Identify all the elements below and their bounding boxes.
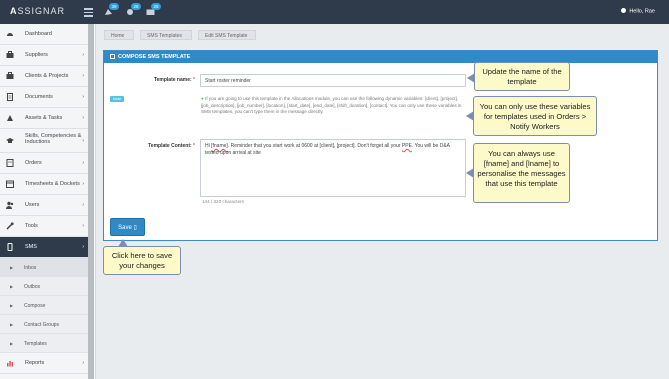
caret-right-icon: ▶ (10, 341, 14, 346)
user-icon (621, 8, 627, 13)
chevron-right-icon: › (82, 138, 84, 144)
character-count: 144 / 320 characters (202, 199, 244, 204)
save-icon: ▯ (133, 225, 137, 231)
chart-icon (7, 361, 14, 367)
asset-icon (7, 115, 13, 121)
sidebar-item-assets-tasks[interactable]: Assets & Tasks › (0, 108, 88, 129)
sidebar-item-users[interactable]: Users › (0, 195, 88, 216)
graduation-icon (6, 138, 14, 143)
tasks-count-badge: 28 (131, 3, 141, 10)
sidebar-subitem-inbox[interactable]: ▶ Inbox (0, 258, 88, 277)
sidebar-item-timesheets[interactable]: Timesheets & Dockets › (0, 174, 88, 195)
mobile-icon (7, 243, 13, 251)
chevron-right-icon: › (82, 223, 84, 229)
sidebar-item-reports[interactable]: Reports › (0, 353, 88, 374)
chevron-right-icon: › (82, 360, 84, 366)
caret-right-icon: ▶ (10, 322, 14, 327)
sidebar: Dashboard Suppliers › Clients & Projects… (0, 24, 96, 379)
chevron-right-icon: › (82, 94, 84, 100)
notifications-icon[interactable]: 39 (104, 3, 119, 16)
suitcase-icon (6, 72, 14, 79)
callout-update-name: Update the name of the template (467, 62, 570, 91)
template-name-input[interactable]: Start roster reminder (200, 74, 466, 87)
compose-sms-template-panel: COMPOSE SMS TEMPLATE Template name: * St… (103, 50, 658, 241)
chevron-right-icon: › (82, 160, 84, 166)
document-icon (7, 93, 13, 101)
sidebar-item-dashboard[interactable]: Dashboard (0, 24, 88, 45)
sidebar-item-skills[interactable]: Skills, Competencies & Inductions › (0, 129, 88, 153)
chevron-right-icon: › (82, 202, 84, 208)
sidebar-subitem-contact-groups[interactable]: ▶ Contact Groups (0, 315, 88, 334)
sidebar-item-tools[interactable]: Tools › (0, 216, 88, 237)
caret-right-icon: ▶ (10, 303, 14, 308)
breadcrumb-home[interactable]: Home (104, 30, 134, 40)
callout-variables: You can only use these variables for tem… (466, 96, 597, 136)
sidebar-item-clients-projects[interactable]: Clients & Projects › (0, 66, 88, 87)
chevron-right-icon: › (82, 115, 84, 121)
chevron-right-icon: › (82, 52, 84, 58)
breadcrumb-sms-templates[interactable]: SMS Templates (140, 30, 192, 40)
caret-right-icon: ▶ (10, 265, 14, 270)
user-menu[interactable]: Hello, Rae (621, 8, 655, 15)
top-bar: ASSIGNAR 39 28 25 Hello, Rae (0, 0, 669, 24)
sidebar-subitem-compose[interactable]: ▶ Compose (0, 296, 88, 315)
chevron-right-icon: › (82, 73, 84, 79)
sidebar-item-suppliers[interactable]: Suppliers › (0, 45, 88, 66)
calendar-icon (6, 180, 14, 188)
messages-count-badge: 25 (151, 3, 161, 10)
sidebar-subitem-outbox[interactable]: ▶ Outbox (0, 277, 88, 296)
tasks-icon[interactable]: 28 (126, 3, 141, 16)
sidebar-item-sms[interactable]: SMS › (0, 237, 88, 258)
users-icon (6, 201, 14, 209)
callout-personalise: You can always use [fname] and [lname] t… (466, 143, 570, 203)
lightbulb-icon: ● (201, 96, 204, 101)
grid-icon (110, 53, 115, 59)
note-text: ● If you are going to use this template … (201, 96, 462, 115)
chevron-right-icon: › (82, 181, 84, 187)
caret-right-icon: ▶ (10, 284, 14, 289)
menu-toggle-icon[interactable] (84, 8, 93, 17)
save-button[interactable]: Save ▯ (110, 218, 145, 236)
template-name-label: Template name: * (153, 77, 195, 83)
breadcrumb-edit-sms-template: Edit SMS Template (198, 30, 256, 40)
notification-count-badge: 39 (109, 3, 119, 10)
wrench-icon (6, 222, 14, 230)
chevron-down-icon: › (82, 244, 84, 250)
note-badge: Note (110, 96, 124, 102)
sidebar-item-orders[interactable]: Orders › (0, 153, 88, 174)
template-content-label: Template Content: * (148, 143, 195, 149)
logo[interactable]: ASSIGNAR (10, 6, 65, 16)
panel-header: COMPOSE SMS TEMPLATE (104, 51, 657, 63)
template-content-textarea[interactable]: Hi [fname]. Reminder that you start work… (200, 139, 466, 197)
sidebar-subitem-templates[interactable]: ▶ Templates (0, 334, 88, 353)
messages-icon[interactable]: 25 (146, 3, 161, 16)
sidebar-item-documents[interactable]: Documents › (0, 87, 88, 108)
callout-save: Click here to save your changes (103, 239, 181, 275)
sidebar-scrollbar[interactable] (88, 24, 94, 379)
orders-icon (6, 159, 14, 167)
dashboard-icon (7, 33, 13, 36)
briefcase-icon (6, 51, 14, 58)
